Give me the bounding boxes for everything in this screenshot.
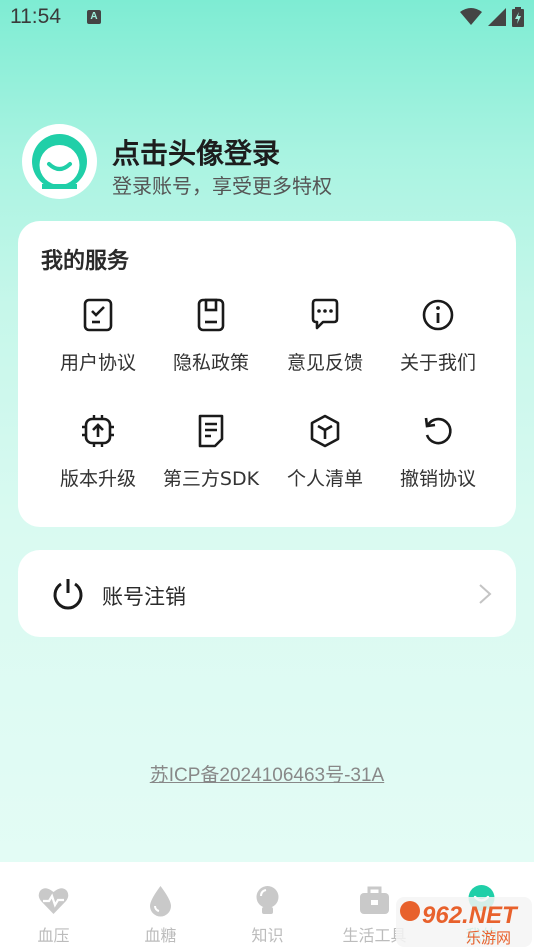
login-title[interactable]: 点击头像登录	[112, 132, 280, 172]
service-user-agreement[interactable]: 用户协议	[36, 293, 160, 393]
services-title: 我的服务	[41, 249, 130, 274]
service-label: 个人清单	[286, 468, 363, 490]
status-time: 11:54	[10, 5, 61, 28]
watermark-logo: 962.NET 乐游网	[396, 893, 532, 949]
user-agreement-icon	[83, 298, 113, 332]
service-feedback[interactable]: 意见反馈	[263, 293, 387, 393]
service-label: 撤销协议	[399, 468, 476, 490]
tab-label: 血压	[37, 926, 70, 945]
info-icon	[422, 299, 454, 331]
status-bar: 11:54 A	[0, 0, 534, 36]
revoke-icon	[424, 417, 452, 445]
tab-label: 知识	[251, 926, 284, 945]
power-icon	[53, 579, 83, 610]
tab-label: 血糖	[144, 926, 177, 945]
battery-icon	[512, 7, 524, 27]
service-label: 版本升级	[59, 468, 136, 490]
toolbox-icon	[360, 886, 389, 914]
tab-blood-sugar[interactable]: 血糖	[107, 862, 214, 951]
tab-knowledge[interactable]: 知识	[214, 862, 321, 951]
service-label: 关于我们	[399, 352, 476, 374]
cube-icon	[310, 414, 340, 448]
status-icons	[460, 7, 524, 27]
service-label: 意见反馈	[286, 352, 363, 374]
chevron-right-icon	[479, 584, 492, 604]
service-revoke-agreement[interactable]: 撤销协议	[376, 409, 500, 509]
login-subtitle: 登录账号，享受更多特权	[112, 174, 332, 198]
signal-icon	[488, 8, 506, 26]
wifi-icon	[460, 8, 482, 25]
service-version-upgrade[interactable]: 版本升级	[36, 409, 160, 509]
notification-badge-icon: A	[87, 10, 101, 24]
privacy-policy-icon	[197, 298, 225, 332]
sdk-document-icon	[198, 414, 224, 448]
watermark-sub: 乐游网	[466, 929, 511, 947]
account-cancel-label: 账号注销	[102, 585, 186, 609]
service-label: 第三方SDK	[162, 468, 260, 490]
service-personal-list[interactable]: 个人清单	[263, 409, 387, 509]
profile-header[interactable]: 点击头像登录 登录账号，享受更多特权	[22, 124, 522, 204]
tab-blood-pressure[interactable]: 血压	[0, 862, 107, 951]
service-about-us[interactable]: 关于我们	[376, 293, 500, 393]
avatar[interactable]	[22, 124, 97, 199]
account-cancel-row[interactable]: 账号注销	[18, 550, 516, 637]
services-card: 我的服务 用户协议 隐私政策 意见反馈 关于我们 版本升级 第三方SDK 个人清…	[18, 221, 516, 527]
avatar-face-icon	[32, 134, 87, 190]
blood-drop-icon	[150, 886, 171, 917]
watermark-brand: 962.NET	[422, 902, 519, 929]
service-label: 隐私政策	[172, 352, 249, 374]
feedback-icon	[311, 298, 339, 330]
upgrade-icon	[82, 415, 114, 447]
service-privacy-policy[interactable]: 隐私政策	[149, 293, 273, 393]
icp-link[interactable]: 苏ICP备2024106463号-31A	[0, 760, 534, 787]
service-third-party-sdk[interactable]: 第三方SDK	[149, 409, 273, 509]
heart-pulse-icon	[38, 888, 69, 914]
lightbulb-icon	[256, 886, 279, 914]
service-label: 用户协议	[59, 352, 136, 374]
